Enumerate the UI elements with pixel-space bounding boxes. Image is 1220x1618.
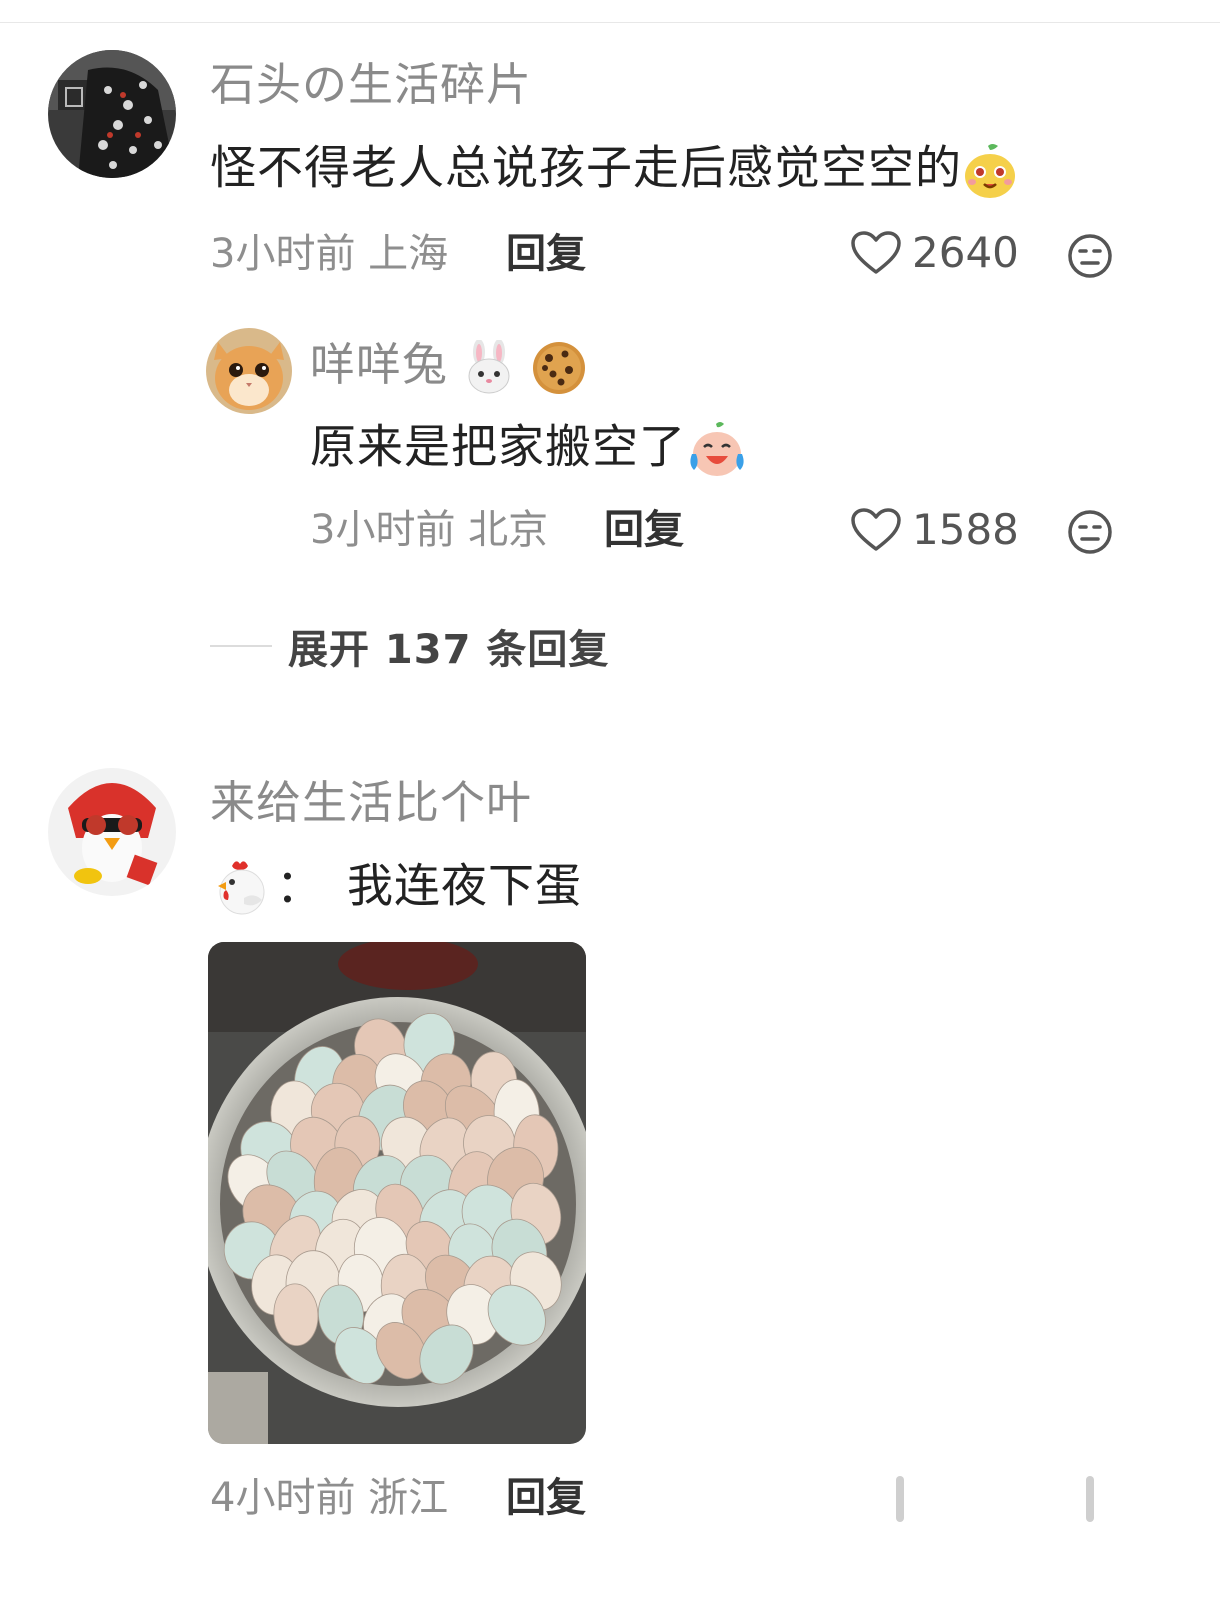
comment-text-body: 我连夜下蛋 [347,858,582,913]
like-icon-placeholder[interactable] [896,1476,904,1522]
neutral-face-icon[interactable] [1066,232,1114,280]
comment-text: 原来是把家搬空了 [310,420,748,480]
crying-laughing-face-emoji [686,420,748,480]
dislike-icon-placeholder[interactable] [1086,1476,1094,1522]
top-divider [0,22,1220,23]
username[interactable]: 来给生活比个叶 [210,780,532,825]
reply-button[interactable]: 回复 [604,510,684,550]
reply-button[interactable]: 回复 [506,234,586,274]
comment-text-body: 怪不得老人总说孩子走后感觉空空的 [210,140,962,195]
timestamp: 3小时前 [310,507,456,553]
expand-divider [210,645,272,647]
location: 浙江 [368,1475,449,1521]
avatar[interactable] [206,328,292,414]
username[interactable]: 石头の生活碎片 [210,62,532,107]
username[interactable]: 咩咩兔 [310,338,587,396]
comment-text-prefix: ： [276,858,323,913]
chicken-emoji [210,858,270,920]
comment-meta: 4小时前 浙江 [210,1478,448,1518]
neutral-face-icon[interactable] [1066,508,1114,556]
location: 上海 [368,231,449,277]
comment-image[interactable] [208,942,586,1444]
avatar[interactable] [48,50,176,178]
avatar[interactable] [48,768,176,896]
location: 北京 [468,507,549,553]
comment-text-body: 原来是把家搬空了 [310,419,686,474]
comment-meta: 3小时前 上海 [210,234,448,274]
like-button[interactable]: 1588 [850,507,1019,553]
like-button[interactable]: 2640 [850,230,1019,276]
heart-outline-icon [851,231,901,274]
username-text: 咩咩兔 [310,338,449,391]
comment-meta: 3小时前 北京 [310,510,548,550]
like-count: 2640 [912,228,1019,277]
heart-outline-icon [851,508,901,551]
timestamp: 4小时前 [210,1475,356,1521]
expand-replies-label: 展开 137 条回复 [288,627,610,673]
comment-text: ： 我连夜下蛋 [210,858,582,920]
timestamp: 3小时前 [210,231,356,277]
cookie-emoji [531,340,587,396]
expand-replies-button[interactable]: 展开 137 条回复 [210,617,609,675]
comment-text: 怪不得老人总说孩子走后感觉空空的 [210,142,1018,200]
reply-button[interactable]: 回复 [506,1478,586,1518]
smiling-pear-face-emoji [962,142,1018,200]
rabbit-face-emoji [463,339,515,396]
like-count: 1588 [912,505,1019,554]
